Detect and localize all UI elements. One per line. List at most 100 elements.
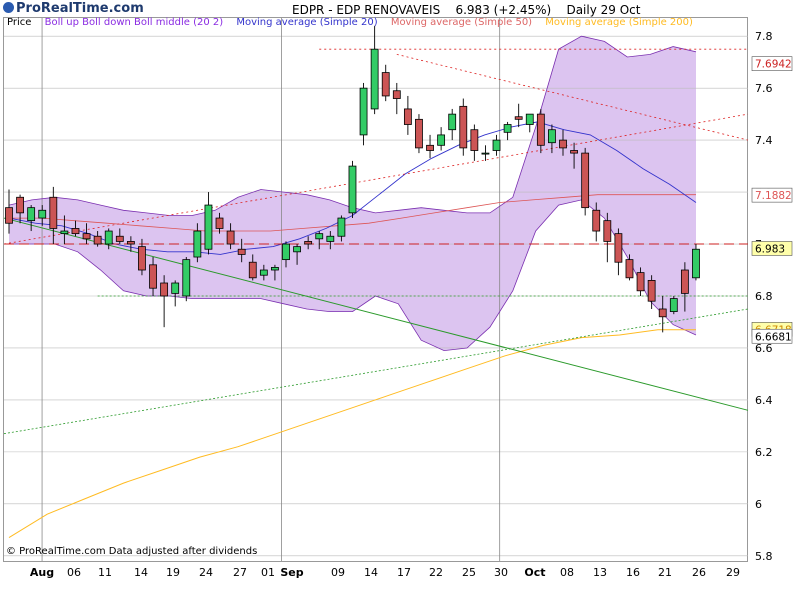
candle-body (248, 261, 257, 279)
candle-body (71, 228, 80, 235)
candle-body (82, 233, 91, 240)
x-tick-label: 01 (261, 566, 275, 579)
candle-body (115, 235, 124, 242)
candle (481, 145, 490, 161)
candle-body (625, 259, 634, 279)
candle-body (5, 207, 13, 224)
candle-body (49, 196, 58, 229)
x-tick-label: 29 (726, 566, 740, 579)
candle-body (381, 72, 390, 97)
candle-body (304, 241, 313, 245)
x-tick-label: 25 (462, 566, 476, 579)
legend-sma20: Moving average (Simple 20) (236, 17, 378, 28)
candle-body (348, 165, 357, 214)
x-tick-label: 27 (233, 566, 247, 579)
candle-body (370, 48, 379, 110)
candle-body (271, 267, 279, 271)
value-tag-label: 7.1882 (755, 190, 792, 202)
candle (448, 108, 457, 141)
price-chart[interactable]: 5.866.26.46.66.877.27.47.67.87.69427.188… (0, 0, 800, 600)
candle-body (570, 150, 578, 154)
candle (426, 134, 434, 159)
candle (669, 295, 678, 315)
legend-sma200: Moving average (Simple 200) (545, 17, 693, 28)
candle-body (337, 217, 346, 237)
candle-body (581, 152, 590, 209)
candle-body (614, 233, 623, 263)
y-tick-label: 6.2 (755, 446, 773, 459)
candle-body (204, 204, 213, 250)
candle-body (525, 113, 534, 125)
candle-body (293, 246, 301, 253)
x-tick-label: 16 (626, 566, 640, 579)
candle (415, 114, 423, 154)
candle-body (592, 209, 601, 232)
candle-body (415, 118, 423, 149)
candle-body (38, 209, 47, 219)
candle-body (692, 248, 700, 279)
x-tick-label: 17 (397, 566, 411, 579)
candle-body (27, 207, 36, 222)
candle-body (182, 259, 191, 297)
candle (359, 82, 368, 146)
x-tick-label: 21 (658, 566, 672, 579)
candle (525, 113, 534, 133)
candle-body (149, 264, 157, 289)
candle-body (104, 230, 113, 245)
candle-body (403, 108, 412, 125)
candle-body (459, 105, 468, 149)
y-tick-label: 7.6 (755, 82, 773, 95)
x-tick-label: 24 (199, 566, 213, 579)
x-tick-label: 09 (331, 566, 345, 579)
candle-body (160, 282, 169, 297)
x-tick-label: 06 (67, 566, 81, 579)
y-tick-label: 7.4 (755, 134, 773, 147)
candle-body (359, 87, 368, 136)
y-tick-label: 6 (755, 498, 762, 511)
candle (403, 95, 412, 135)
value-tag-label: 6.983 (755, 243, 785, 255)
candle-body (315, 233, 324, 240)
candle (614, 228, 623, 276)
candle (392, 82, 401, 115)
candle-body (392, 90, 401, 99)
candle-body (259, 269, 268, 276)
candle-body (548, 129, 556, 144)
candle-body (60, 230, 69, 235)
x-tick-label: 22 (429, 566, 443, 579)
value-tag-label: 7.6942 (755, 59, 792, 71)
x-tick-label: 14 (134, 566, 148, 579)
candle (437, 127, 446, 151)
candle-body (492, 139, 501, 151)
candle-body (658, 308, 667, 318)
x-tick-label: Oct (524, 566, 545, 579)
x-tick-label: 19 (166, 566, 180, 579)
x-tick-label: 26 (692, 566, 706, 579)
x-tick-label: 14 (364, 566, 378, 579)
candle-body (514, 116, 523, 120)
candle (182, 257, 191, 302)
candle-body (237, 248, 246, 255)
candle (692, 244, 700, 281)
candle (470, 124, 479, 161)
sma200-line (8, 329, 696, 539)
candle-body (138, 246, 146, 271)
x-tick-label: 13 (593, 566, 607, 579)
x-tick-label: 11 (98, 566, 112, 579)
candle-body (126, 241, 135, 245)
candle (348, 160, 357, 219)
candle (503, 121, 512, 141)
candle (514, 103, 523, 128)
legend-price: Price (7, 17, 32, 28)
y-tick-label: 6.8 (755, 290, 773, 303)
candle-body (669, 298, 678, 312)
x-tick-label: 08 (560, 566, 574, 579)
candle (160, 275, 169, 328)
y-tick-label: 6.6 (755, 342, 773, 355)
x-tick-label: Sep (280, 566, 303, 579)
y-tick-label: 7.8 (755, 30, 773, 43)
candle (581, 147, 590, 216)
candle-body (636, 272, 645, 292)
candle-body (215, 217, 224, 229)
x-tick-label: Aug (30, 566, 54, 579)
